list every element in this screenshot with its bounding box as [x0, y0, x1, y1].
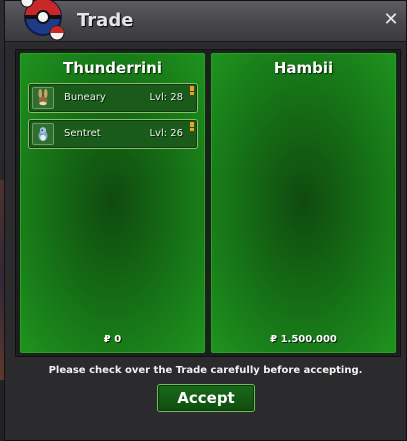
- currency-symbol: ₽: [270, 334, 278, 345]
- info-icon[interactable]: [190, 86, 194, 95]
- trade-window: Trade ✕ Thunderrini Buneary Lvl: 28 Sent…: [4, 0, 407, 441]
- player-name-right: Hambii: [273, 59, 334, 77]
- trade-logo-icon: [20, 0, 65, 41]
- info-icon[interactable]: [190, 122, 194, 131]
- money-amount: 1.500.000: [280, 334, 337, 345]
- pokemon-name: Buneary: [64, 92, 106, 103]
- money-offer-left: ₽ 0: [20, 334, 205, 345]
- partner-offer-panel: Hambii ₽ 1.500.000: [210, 52, 397, 354]
- pokemon-level: Lvl: 26: [149, 128, 183, 139]
- player-name-left: Thunderrini: [63, 59, 162, 77]
- pokemon-level: Lvl: 28: [149, 92, 183, 103]
- money-offer-right: ₽ 1.500.000: [211, 334, 396, 345]
- pokemon-slot-buneary[interactable]: Buneary Lvl: 28: [28, 83, 198, 113]
- sentret-icon: [32, 123, 54, 145]
- accept-button[interactable]: Accept: [157, 384, 255, 412]
- pokemon-slot-sentret[interactable]: Sentret Lvl: 26: [28, 119, 198, 149]
- money-amount: 0: [114, 334, 122, 345]
- currency-symbol: ₽: [103, 334, 111, 345]
- buneary-icon: [32, 87, 54, 109]
- window-title: Trade: [77, 10, 134, 31]
- trade-notice: Please check over the Trade carefully be…: [48, 365, 363, 376]
- trade-panels: Thunderrini Buneary Lvl: 28 Sentret Lvl:…: [15, 49, 401, 357]
- your-offer-panel: Thunderrini Buneary Lvl: 28 Sentret Lvl:…: [19, 52, 206, 354]
- pokemon-name: Sentret: [64, 128, 101, 139]
- close-icon[interactable]: ✕: [382, 11, 400, 29]
